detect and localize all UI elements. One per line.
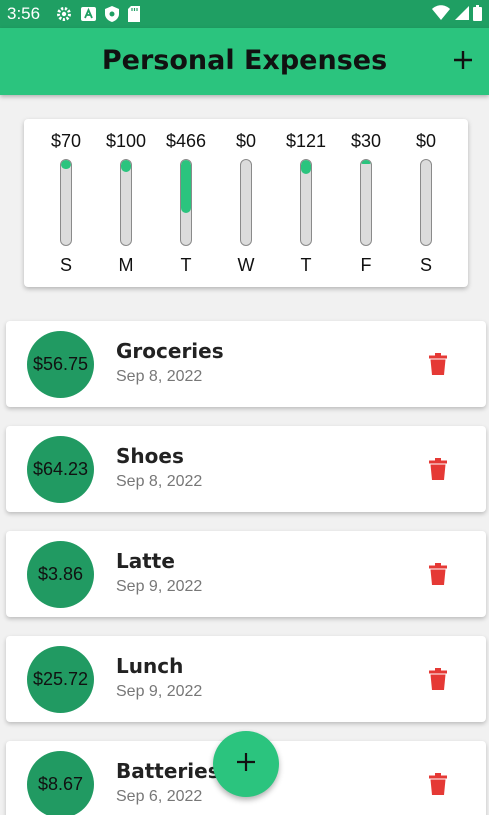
chart-bar-amount: $30	[350, 131, 382, 151]
a-icon	[81, 6, 96, 22]
transaction-amount: $25.72	[32, 669, 89, 689]
add-expense-button[interactable]	[451, 48, 475, 72]
delete-button[interactable]	[429, 563, 447, 585]
transaction-card[interactable]: $25.72 Lunch Sep 9, 2022	[6, 636, 486, 722]
transaction-date: Sep 8, 2022	[116, 368, 203, 385]
chart-bar-column: $30 F	[336, 119, 396, 287]
chart-bar-day: M	[118, 255, 134, 275]
delete-button[interactable]	[429, 458, 447, 480]
amount-avatar: $8.67	[27, 751, 94, 815]
transaction-card[interactable]: $56.75 Groceries Sep 8, 2022	[6, 321, 486, 407]
chart-bar-fill	[61, 160, 71, 169]
wifi-icon	[432, 5, 450, 25]
page-title: Personal Expenses	[101, 45, 388, 76]
chart-bar-day: S	[419, 255, 432, 275]
amount-avatar: $64.23	[27, 436, 94, 503]
trash-icon	[429, 458, 447, 484]
add-transaction-fab[interactable]	[213, 731, 279, 797]
trash-icon	[429, 563, 447, 589]
transaction-title: Batteries	[116, 759, 220, 783]
transaction-title: Groceries	[116, 339, 224, 363]
trash-icon	[429, 353, 447, 379]
amount-avatar: $3.86	[27, 541, 94, 608]
transaction-amount: $56.75	[32, 354, 89, 374]
delete-button[interactable]	[429, 773, 447, 795]
transaction-amount: $3.86	[37, 564, 84, 584]
chart-bar-amount: $466	[165, 131, 207, 151]
chart-bar-track	[180, 159, 192, 246]
chart-bar-amount: $70	[50, 131, 82, 151]
transaction-title: Shoes	[116, 444, 184, 468]
amount-avatar: $56.75	[27, 331, 94, 398]
plus-icon	[451, 51, 475, 76]
chart-bar-track	[120, 159, 132, 246]
transaction-date: Sep 6, 2022	[116, 788, 203, 805]
battery-icon	[473, 5, 482, 25]
chart-bar-day: S	[59, 255, 72, 275]
chart-bar-column: $0 W	[216, 119, 276, 287]
transaction-card[interactable]: $3.86 Latte Sep 9, 2022	[6, 531, 486, 617]
status-notification-icons	[56, 6, 140, 22]
chart-bar-day: T	[300, 255, 312, 275]
chart-bar-track	[240, 159, 252, 246]
chart-bar-column: $121 T	[276, 119, 336, 287]
chart-bar-fill	[121, 160, 131, 172]
status-system-icons	[432, 5, 482, 25]
chart-bar-day: F	[360, 255, 372, 275]
chart-bar-amount: $121	[285, 131, 327, 151]
chart-bar-column: $466 T	[156, 119, 216, 287]
chart-bar-fill	[361, 160, 371, 164]
chart-bar-day: W	[237, 255, 255, 275]
chart-bar-fill	[181, 160, 191, 213]
plus-icon	[235, 751, 257, 777]
transaction-amount: $8.67	[37, 774, 84, 794]
signal-icon	[454, 5, 469, 25]
sdcard-icon	[128, 6, 140, 22]
chart-bar-column: $70 S	[36, 119, 96, 287]
status-bar: 3:56	[0, 0, 489, 28]
chart-bar-track	[60, 159, 72, 246]
chart-bar-track	[360, 159, 372, 246]
chart-bar-day: T	[180, 255, 192, 275]
chart-bar-column: $100 M	[96, 119, 156, 287]
transaction-date: Sep 9, 2022	[116, 578, 203, 595]
weekly-chart-card: $70 S $100 M $466 T $0 W $121 T $30 F $0 S	[24, 119, 468, 287]
transaction-title: Latte	[116, 549, 175, 573]
chart-bar-amount: $0	[235, 131, 257, 151]
chart-bar-amount: $0	[415, 131, 437, 151]
delete-button[interactable]	[429, 668, 447, 690]
chart-bar-track	[420, 159, 432, 246]
transaction-date: Sep 9, 2022	[116, 683, 203, 700]
chart-bar-column: $0 S	[396, 119, 456, 287]
trash-icon	[429, 773, 447, 799]
status-time: 3:56	[7, 4, 41, 23]
amount-avatar: $25.72	[27, 646, 94, 713]
transaction-date: Sep 8, 2022	[116, 473, 203, 490]
transaction-amount: $64.23	[32, 459, 89, 479]
chart-bar-track	[300, 159, 312, 246]
transaction-title: Lunch	[116, 654, 184, 678]
chart-bar-amount: $100	[105, 131, 147, 151]
gear-icon	[56, 6, 72, 22]
app-bar: Personal Expenses	[0, 28, 489, 95]
chart-bar-fill	[301, 160, 311, 174]
shield-icon	[105, 6, 119, 22]
delete-button[interactable]	[429, 353, 447, 375]
trash-icon	[429, 668, 447, 694]
transaction-card[interactable]: $64.23 Shoes Sep 8, 2022	[6, 426, 486, 512]
